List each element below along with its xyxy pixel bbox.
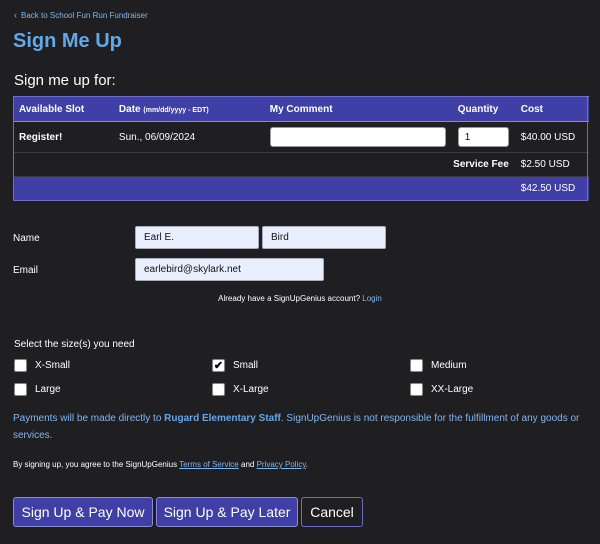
header-date-format: (mm/dd/yyyy - EDT) [143,106,209,114]
account-prompt: Already have a SignUpGenius account? [218,294,361,303]
total-amount: $42.50 USD [514,176,589,201]
size-medium-label: Medium [431,360,467,371]
comment-cell [263,121,452,153]
service-fee-amount: $2.50 USD [514,152,589,177]
size-large-checkbox[interactable] [14,383,27,396]
payments-notice: Payments will be made directly to Rugard… [13,410,583,444]
header-available-slot: Available Slot [13,96,113,122]
login-link[interactable]: Login [362,294,382,303]
account-login-line: Already have a SignUpGenius account? Log… [0,294,600,303]
size-xlarge-checkbox[interactable] [212,383,225,396]
terms-line: By signing up, you agree to the SignUpGe… [13,460,308,469]
table-header-row: Available Slot Date (mm/dd/yyyy - EDT) M… [13,96,589,122]
back-link[interactable]: ‹ Back to School Fun Run Fundraiser [14,10,148,21]
last-name-input[interactable] [262,226,386,249]
sign-up-pay-now-button[interactable]: Sign Up & Pay Now [13,497,153,527]
sign-up-pay-later-button[interactable]: Sign Up & Pay Later [156,497,298,527]
first-name-input[interactable] [135,226,259,249]
quantity-cell [451,121,515,153]
size-xsmall-checkbox[interactable] [14,359,27,372]
payments-text-before: Payments will be made directly to [13,413,165,424]
service-fee-row: Service Fee $2.50 USD [13,152,589,177]
size-xxlarge-checkbox[interactable] [410,383,423,396]
size-xlarge-label: X-Large [233,384,269,395]
total-row: $42.50 USD [13,176,589,201]
sizes-title: Select the size(s) you need [14,339,135,350]
terms-and: and [238,460,257,469]
header-quantity: Quantity [451,96,515,122]
comment-input[interactable] [269,127,446,147]
cancel-button[interactable]: Cancel [301,497,363,527]
size-xsmall-label: X-Small [35,360,71,371]
size-xxlarge-label: XX-Large [431,384,474,395]
slot-name: Register! [13,121,113,153]
page-title: Sign Me Up [13,30,122,52]
payments-org: Rugard Elementary Staff [164,413,281,424]
privacy-policy-link[interactable]: Privacy Policy [257,460,306,469]
signup-for-heading: Sign me up for: [14,72,116,89]
header-date-label: Date [118,103,141,115]
name-label: Name [13,233,40,244]
quantity-input[interactable] [457,127,509,147]
header-my-comment: My Comment [263,96,452,122]
terms-of-service-link[interactable]: Terms of Service [179,460,239,469]
size-small-label: Small [233,360,259,371]
size-large-label: Large [35,384,61,395]
email-input[interactable] [135,258,324,281]
terms-text-before: By signing up, you agree to the SignUpGe… [13,460,180,469]
size-small-checkbox[interactable]: ✔ [212,359,225,372]
chevron-left-icon: ‹ [14,10,17,20]
slot-date: Sun., 06/09/2024 [112,121,264,153]
slot-cost: $40.00 USD [514,121,589,153]
email-label: Email [13,265,39,276]
size-medium-checkbox[interactable] [410,359,423,372]
header-cost: Cost [514,96,589,122]
service-fee-label: Service Fee [13,152,515,177]
back-link-label: Back to School Fun Run Fundraiser [21,11,148,20]
slots-table: Available Slot Date (mm/dd/yyyy - EDT) M… [13,96,589,201]
header-date: Date (mm/dd/yyyy - EDT) [112,96,264,122]
checkmark-icon: ✔ [213,360,224,372]
table-row: Register! Sun., 06/09/2024 $40.00 USD [13,121,589,153]
terms-end: . [305,460,308,469]
